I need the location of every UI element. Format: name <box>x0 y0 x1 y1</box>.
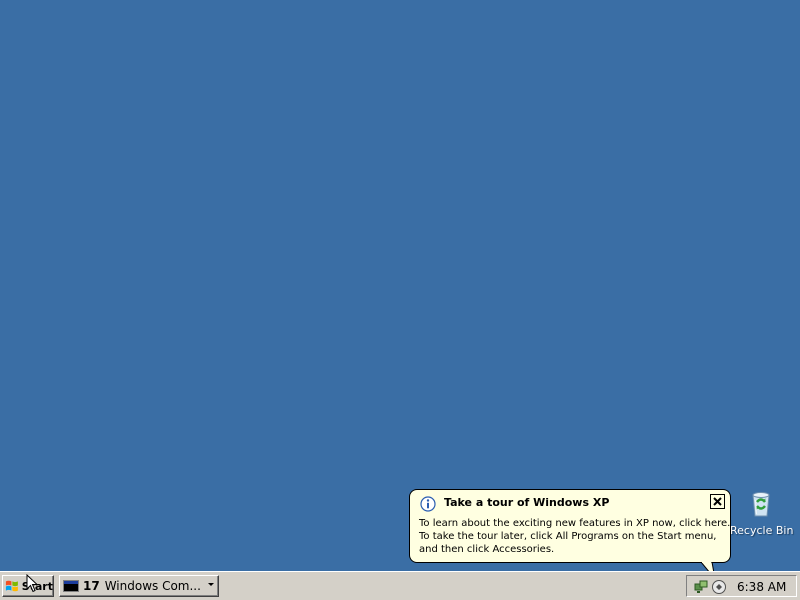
recycle-bin-shortcut[interactable]: Recycle Bin <box>730 486 794 544</box>
task-group-label: Windows Com... <box>104 579 201 593</box>
balloon-line: To take the tour later, click All Progra… <box>419 531 717 542</box>
task-group-button[interactable]: 17 Windows Com... <box>59 575 219 597</box>
balloon-close-button[interactable] <box>710 494 725 509</box>
taskbar: Start 17 Windows Com... 6:38 AM <box>0 571 800 600</box>
desktop[interactable]: Recycle Bin Take a tour of Windows XP To… <box>0 0 800 580</box>
balloon-body[interactable]: To learn about the exciting new features… <box>419 517 730 556</box>
system-tray: 6:38 AM <box>686 575 797 597</box>
balloon-tooltip[interactable]: Take a tour of Windows XP To learn about… <box>409 489 731 563</box>
tour-icon[interactable] <box>711 579 727 595</box>
start-label: Start <box>21 579 53 593</box>
network-icon[interactable] <box>693 579 709 595</box>
balloon-line: To learn about the exciting new features… <box>419 518 731 529</box>
balloon-line: and then click Accessories. <box>419 544 555 555</box>
task-group-count: 17 <box>83 579 100 593</box>
start-button[interactable]: Start <box>2 575 54 597</box>
command-prompt-icon <box>63 580 79 592</box>
close-icon <box>713 497 722 506</box>
recycle-bin-label: Recycle Bin <box>730 524 794 537</box>
clock[interactable]: 6:38 AM <box>737 580 786 594</box>
balloon-title: Take a tour of Windows XP <box>444 496 610 509</box>
windows-flag-icon <box>5 580 18 592</box>
info-icon <box>420 496 436 512</box>
chevron-down-icon <box>208 583 214 586</box>
recycle-bin-icon <box>752 492 770 517</box>
